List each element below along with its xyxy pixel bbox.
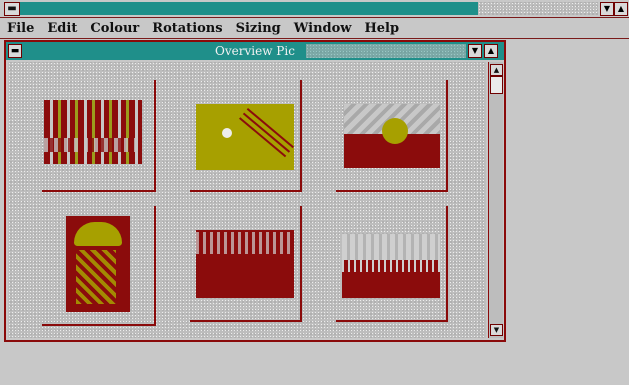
app-titlebar[interactable]: ▬ ▼ ▲ xyxy=(0,0,629,18)
child-maximize-button[interactable]: ▲ xyxy=(484,44,498,58)
thumbnail-image-1[interactable] xyxy=(44,100,142,164)
menu-window[interactable]: Window xyxy=(287,21,358,36)
scroll-thumb[interactable] xyxy=(490,76,503,94)
app-maximize-button[interactable]: ▲ xyxy=(614,2,628,16)
thumbnail-image-2[interactable] xyxy=(196,104,294,170)
menu-edit[interactable]: Edit xyxy=(40,21,83,36)
child-window-title: Overview Pic xyxy=(215,44,295,58)
menu-help[interactable]: Help xyxy=(358,21,406,36)
child-titlebar[interactable]: Overview Pic ▬ ▼ ▲ xyxy=(6,42,504,60)
app-title-fill xyxy=(20,2,478,15)
app-title-pattern xyxy=(478,2,598,15)
app-minimize-button[interactable]: ▼ xyxy=(600,2,614,16)
scroll-down-arrow-icon[interactable]: ▼ xyxy=(490,324,503,336)
app-system-menu-icon[interactable]: ▬ xyxy=(4,2,20,16)
thumbnail-image-4[interactable] xyxy=(66,216,130,312)
vertical-scrollbar[interactable]: ▲ ▼ xyxy=(488,62,503,338)
menu-sizing[interactable]: Sizing xyxy=(229,21,287,36)
menu-file[interactable]: File xyxy=(0,21,40,36)
child-minimize-button[interactable]: ▼ xyxy=(468,44,482,58)
thumbnail-image-6[interactable] xyxy=(342,234,440,298)
scroll-up-arrow-icon[interactable]: ▲ xyxy=(490,64,503,76)
menu-colour[interactable]: Colour xyxy=(83,21,145,36)
menu-bar: File Edit Colour Rotations Sizing Window… xyxy=(0,18,629,39)
thumbnail-image-3[interactable] xyxy=(344,104,440,168)
menu-rotations[interactable]: Rotations xyxy=(145,21,228,36)
child-system-menu-icon[interactable]: ▬ xyxy=(8,44,22,58)
thumbnail-image-5[interactable] xyxy=(196,230,294,298)
